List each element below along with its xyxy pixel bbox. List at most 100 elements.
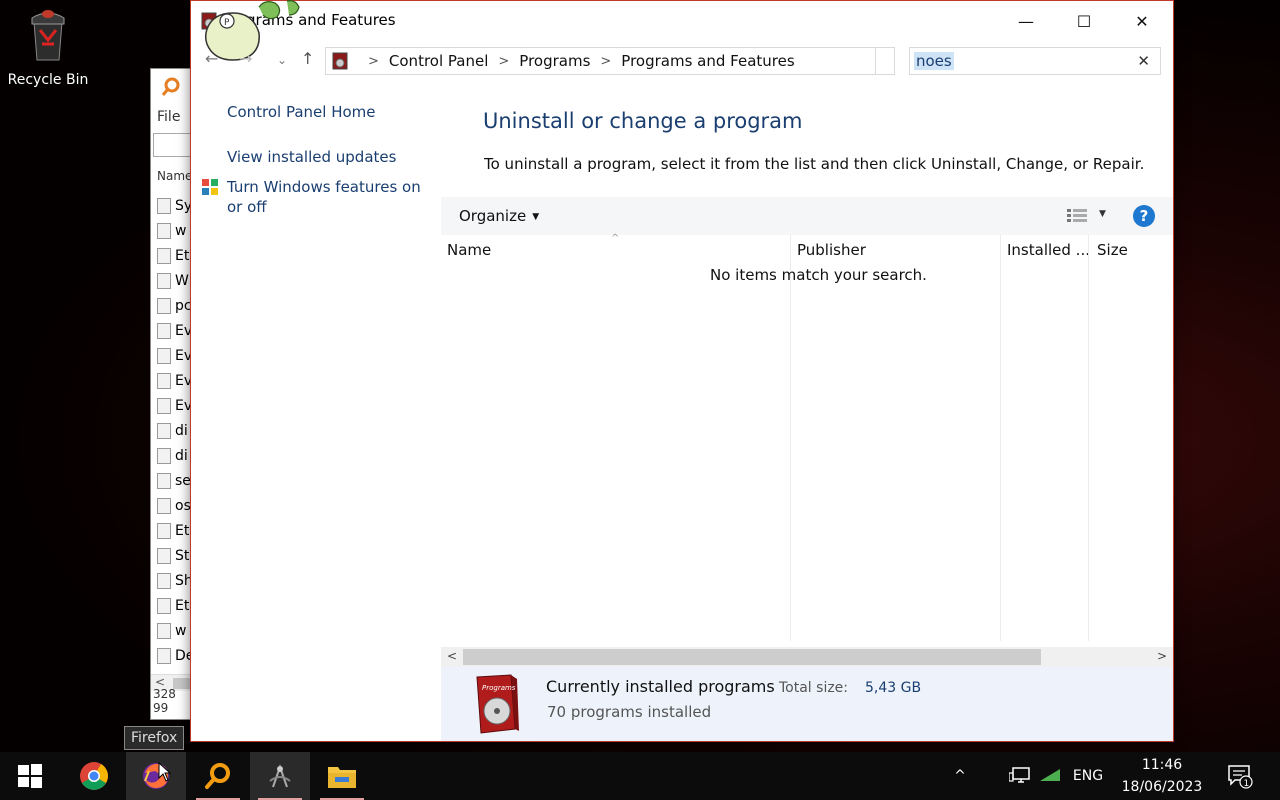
column-header-size[interactable]: Size bbox=[1097, 241, 1128, 259]
back-button[interactable]: ← bbox=[205, 49, 218, 68]
horizontal-scrollbar[interactable]: < > bbox=[441, 647, 1173, 667]
list-item[interactable]: w bbox=[157, 218, 193, 243]
up-button[interactable]: ↑ bbox=[301, 49, 314, 68]
list-item[interactable]: Sh bbox=[157, 568, 193, 593]
change-view-icon[interactable] bbox=[1067, 209, 1087, 223]
folder-icon bbox=[328, 767, 356, 788]
breadcrumb-programs-and-features[interactable]: Programs and Features bbox=[621, 52, 794, 70]
help-button[interactable]: ? bbox=[1133, 205, 1155, 227]
list-item[interactable]: di bbox=[157, 418, 193, 443]
list-item[interactable]: Ev bbox=[157, 318, 193, 343]
breadcrumb-separator: > bbox=[368, 53, 379, 69]
recycle-bin-shortcut[interactable]: Recycle Bin bbox=[4, 6, 92, 96]
column-header-name[interactable]: Name bbox=[447, 241, 491, 259]
file-name: di bbox=[175, 447, 188, 464]
address-field[interactable] bbox=[153, 133, 193, 157]
file-name: Et bbox=[175, 597, 190, 614]
list-item[interactable]: St bbox=[157, 543, 193, 568]
file-name: w bbox=[175, 222, 187, 239]
list-item[interactable]: se bbox=[157, 468, 193, 493]
scroll-right-arrow[interactable]: > bbox=[1157, 649, 1167, 663]
list-item[interactable]: Et bbox=[157, 593, 193, 618]
address-bar[interactable]: > Control Panel > Programs > Programs an… bbox=[325, 47, 895, 75]
taskbar-file-explorer[interactable] bbox=[312, 752, 372, 800]
left-navigation-pane: Control Panel Home View installed update… bbox=[191, 81, 441, 741]
control-panel-icon bbox=[332, 52, 348, 70]
taskbar-firefox[interactable] bbox=[126, 752, 186, 800]
windows-features-link[interactable]: Turn Windows features on or off bbox=[227, 177, 437, 217]
search-input[interactable]: noes ✕ bbox=[909, 47, 1161, 75]
title-bar[interactable]: rograms and Features P — ☐ ✕ bbox=[191, 0, 1173, 61]
volume-icon[interactable] bbox=[1038, 752, 1062, 800]
list-item[interactable]: di bbox=[157, 443, 193, 468]
total-size-label: Total size: bbox=[779, 680, 849, 696]
file-name: se bbox=[175, 472, 191, 489]
breadcrumb-separator: > bbox=[600, 53, 612, 69]
network-icon[interactable] bbox=[1006, 752, 1034, 800]
list-item[interactable]: W bbox=[157, 268, 193, 293]
programs-box-icon: Programs bbox=[476, 674, 519, 734]
total-size-value: 5,43 GB bbox=[865, 680, 922, 696]
list-item[interactable]: Ev bbox=[157, 393, 193, 418]
programs-installed-count: 70 programs installed bbox=[547, 703, 712, 721]
forward-button[interactable]: → bbox=[239, 49, 252, 68]
input-language-indicator[interactable]: ENG bbox=[1068, 752, 1108, 800]
list-item[interactable]: Et bbox=[157, 518, 193, 543]
file-icon bbox=[157, 547, 171, 564]
file-icon bbox=[157, 647, 171, 664]
file-icon bbox=[157, 497, 171, 514]
list-item[interactable]: Et bbox=[157, 243, 193, 268]
file-icon bbox=[157, 272, 171, 289]
scroll-left-arrow[interactable]: < bbox=[447, 649, 457, 663]
background-explorer-window[interactable]: File Name Sy w Et Wpc Ev Ev Ev Ev di di se os Et St Sh… bbox=[150, 68, 194, 720]
breadcrumb-programs[interactable]: Programs bbox=[519, 52, 590, 70]
action-center-button[interactable]: 1 bbox=[1222, 752, 1258, 800]
maximize-button[interactable]: ☐ bbox=[1055, 1, 1113, 41]
programs-and-features-window[interactable]: rograms and Features P — ☐ ✕ ← → ⌄ ↑ > C… bbox=[190, 0, 1174, 742]
start-button[interactable] bbox=[0, 752, 60, 800]
column-header-publisher[interactable]: Publisher bbox=[797, 241, 866, 259]
programs-list[interactable]: ^ Name Publisher Installed ... Size No i… bbox=[441, 233, 1173, 641]
notification-count: 1 bbox=[1244, 779, 1250, 789]
menu-file[interactable]: File bbox=[157, 109, 180, 125]
file-icon bbox=[157, 472, 171, 489]
breadcrumb-control-panel[interactable]: Control Panel bbox=[389, 52, 488, 70]
view-installed-updates-link[interactable]: View installed updates bbox=[227, 147, 396, 167]
notification-icon: 1 bbox=[1228, 765, 1253, 789]
taskbar-search-app[interactable] bbox=[188, 752, 248, 800]
clock-date: 18/06/2023 bbox=[1121, 779, 1203, 795]
list-item[interactable]: w bbox=[157, 618, 193, 643]
column-header-name[interactable]: Name bbox=[157, 169, 192, 183]
close-button[interactable]: ✕ bbox=[1113, 1, 1171, 41]
recent-locations-button[interactable]: ⌄ bbox=[277, 53, 287, 67]
address-dropdown-button[interactable] bbox=[875, 47, 895, 75]
clock[interactable]: 11:46 18/06/2023 bbox=[1110, 752, 1214, 800]
search-query-text[interactable]: noes bbox=[914, 52, 954, 70]
taskbar-tooltip: Firefox bbox=[124, 726, 185, 750]
show-hidden-icons-button[interactable]: ^ bbox=[946, 752, 974, 800]
file-icon bbox=[157, 372, 171, 389]
minimize-button[interactable]: — bbox=[997, 1, 1055, 41]
list-item[interactable]: Sy bbox=[157, 193, 193, 218]
navigation-bar: ← → ⌄ ↑ > Control Panel > Programs > Pro… bbox=[191, 43, 1173, 77]
organize-menu-button[interactable]: Organize ▼ bbox=[459, 207, 539, 225]
list-item[interactable]: os bbox=[157, 493, 193, 518]
list-item[interactable]: De bbox=[157, 643, 193, 668]
taskbar-chrome[interactable] bbox=[64, 752, 124, 800]
file-name: Et bbox=[175, 522, 190, 539]
column-divider[interactable] bbox=[1000, 235, 1001, 641]
clear-search-button[interactable]: ✕ bbox=[1137, 52, 1150, 70]
column-divider[interactable] bbox=[1088, 235, 1089, 641]
svg-text:P: P bbox=[224, 18, 230, 28]
taskbar-control-panel[interactable] bbox=[250, 752, 310, 800]
file-name: w bbox=[175, 622, 187, 639]
list-item[interactable]: Ev bbox=[157, 343, 193, 368]
view-options-caret-icon[interactable]: ▼ bbox=[1099, 209, 1106, 219]
column-header-installed-on[interactable]: Installed ... bbox=[1007, 241, 1090, 259]
scrollbar-thumb[interactable] bbox=[463, 649, 1041, 665]
control-panel-home-link[interactable]: Control Panel Home bbox=[227, 102, 376, 122]
organize-caret-icon: ▼ bbox=[532, 212, 540, 222]
list-item[interactable]: Ev bbox=[157, 368, 193, 393]
column-divider[interactable] bbox=[790, 235, 791, 641]
list-item[interactable]: pc bbox=[157, 293, 193, 318]
